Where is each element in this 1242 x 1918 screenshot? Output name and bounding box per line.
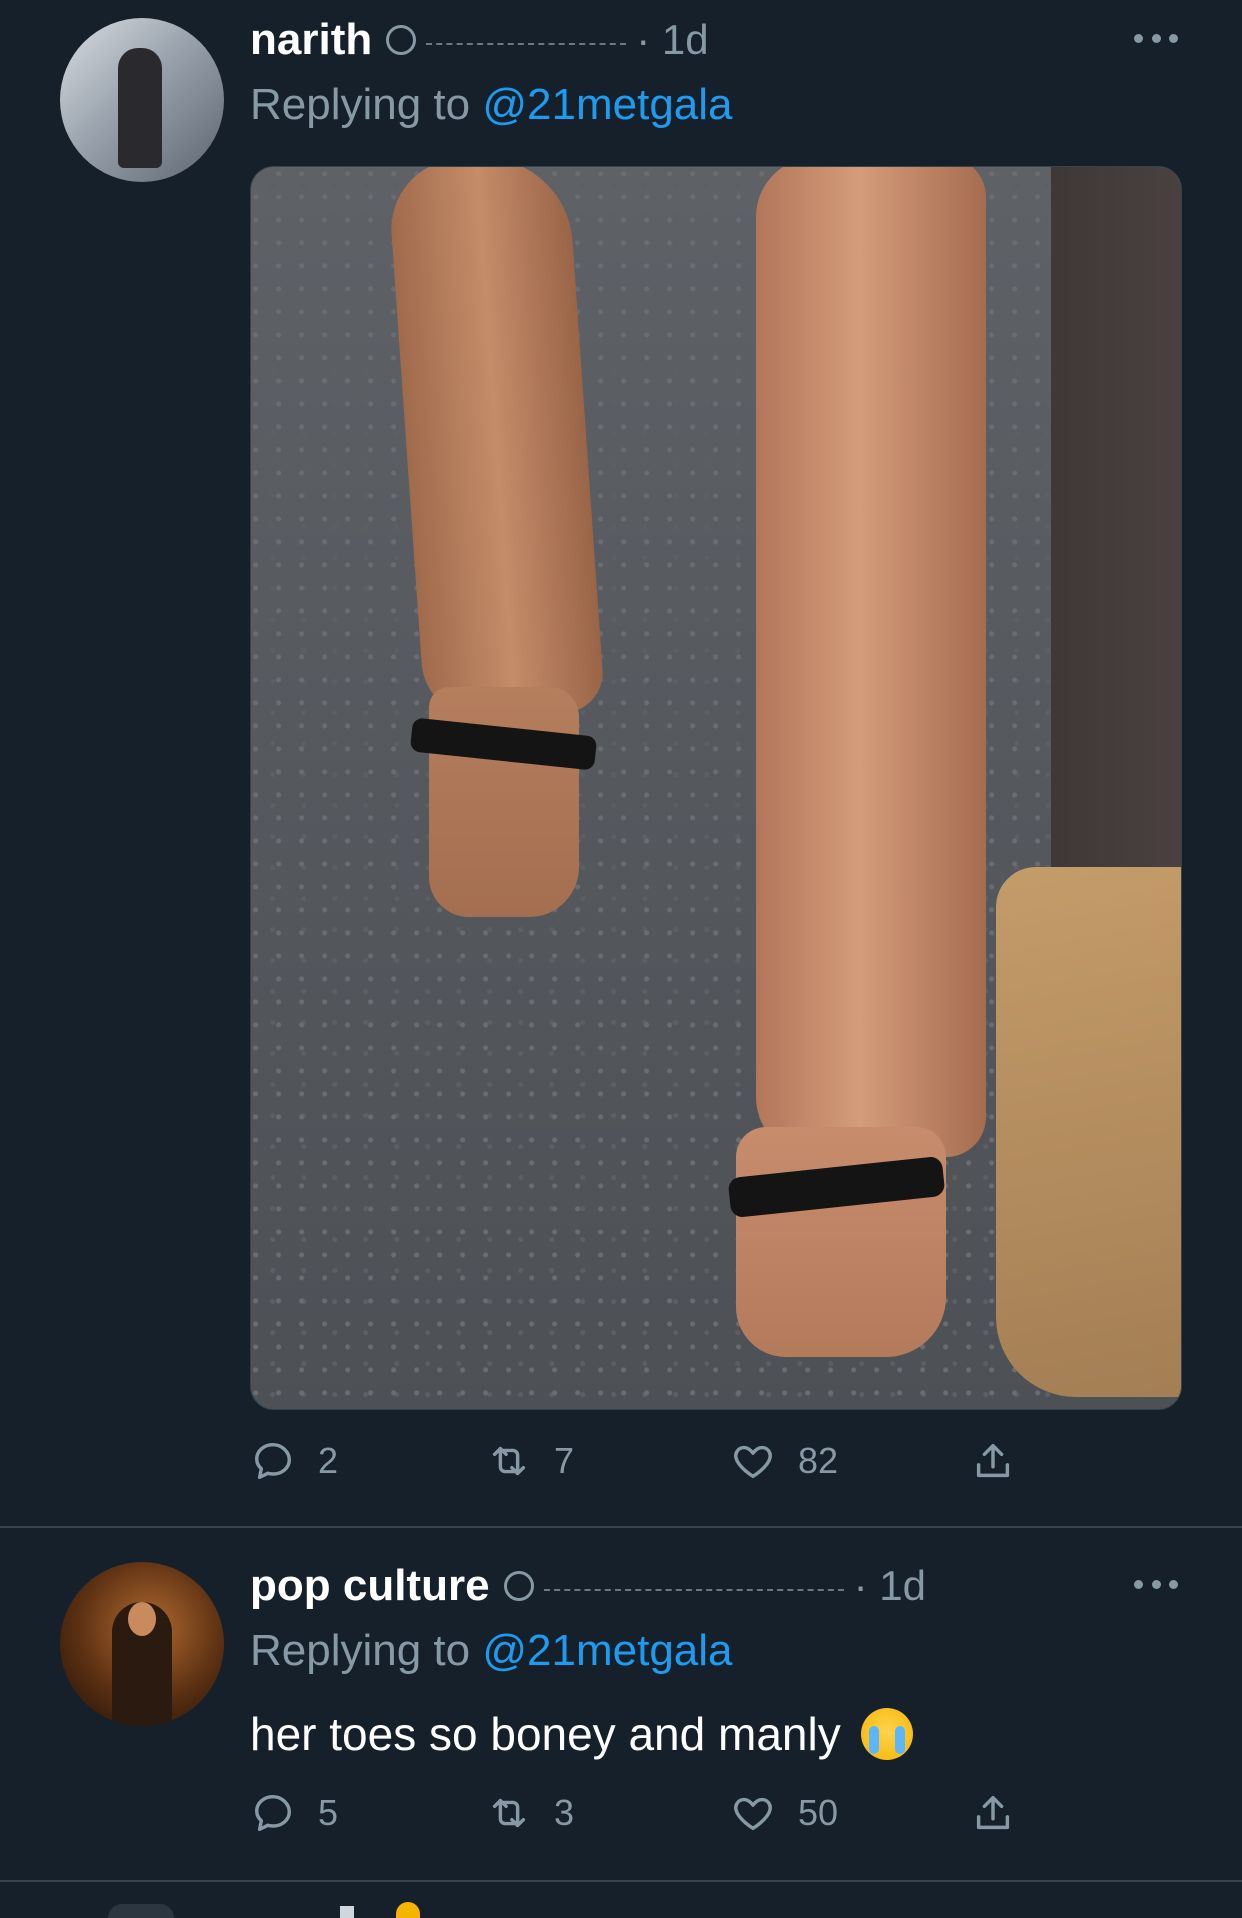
next-tweet-name-peek [340,1906,354,1918]
retweet-icon [492,1798,526,1828]
display-name[interactable]: pop culture [250,1561,490,1611]
share-icon [976,1795,1010,1830]
tweet-divider [0,1880,1242,1882]
like-button[interactable]: 50 [730,1788,838,1838]
heart-icon [734,1797,772,1831]
verified-style-icon [503,1571,534,1601]
reply-button[interactable]: 5 [250,1788,338,1838]
tweet-text: her toes so boney and manly [250,1706,913,1762]
avatar-face [128,1602,156,1636]
tweet-actions: 5 3 50 [250,1788,1050,1838]
replying-to-line: Replying to @21metgala [250,1626,733,1675]
reply-icon [254,1794,292,1832]
loudly-crying-face-icon [860,1708,913,1760]
redacted-handle [543,1581,844,1591]
tweet-header: pop culture · 1d [250,1556,926,1616]
next-tweet-avatar-peek[interactable] [108,1904,174,1918]
like-count: 50 [798,1792,839,1833]
tweet-2[interactable]: pop culture · 1d Replying to @21metgala … [0,0,1242,1918]
share-button[interactable] [970,1788,1016,1838]
retweet-button[interactable]: 3 [486,1788,574,1838]
timestamp[interactable]: · 1d [854,1562,926,1610]
tweet-text-content: her toes so boney and manly [250,1708,841,1760]
more-options-icon[interactable] [1134,1580,1178,1592]
avatar[interactable] [60,1562,224,1726]
reply-count: 5 [318,1792,339,1833]
retweet-count: 3 [554,1792,575,1833]
mention-link[interactable]: @21metgala [482,1626,732,1675]
